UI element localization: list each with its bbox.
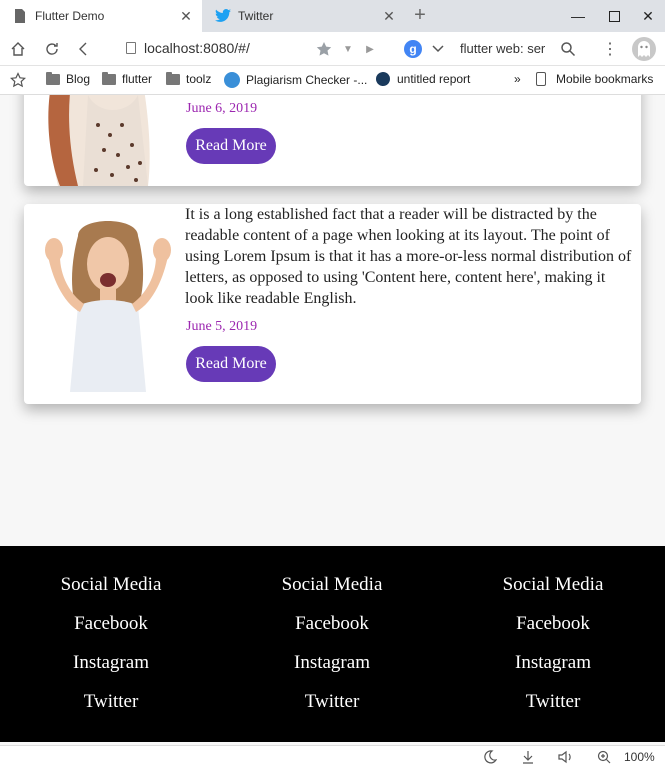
night-mode-icon[interactable] <box>482 749 498 765</box>
bookmark-plagiarism-checker[interactable]: Plagiarism Checker -... <box>224 72 367 88</box>
bookmark-blog[interactable]: Blog <box>46 71 91 86</box>
search-engine-icon[interactable]: g <box>404 40 422 58</box>
url-field[interactable]: localhost:8080/#/ <box>126 40 250 56</box>
home-icon[interactable] <box>8 39 28 59</box>
bookmark-label: untitled report <box>397 72 471 86</box>
address-bar: localhost:8080/#/ ▼ ▶ g flutter web: ser… <box>0 32 665 66</box>
folder-icon <box>46 71 60 85</box>
mobile-bookmarks-label: Mobile bookmarks <box>556 72 654 86</box>
footer-link-instagram[interactable]: Instagram <box>442 652 664 674</box>
bookmark-flutter[interactable]: flutter <box>102 71 153 86</box>
search-input[interactable]: flutter web: ser <box>460 41 550 56</box>
bookmarks-star-icon[interactable] <box>10 72 26 88</box>
url-text: localhost:8080/#/ <box>144 40 250 56</box>
page-info-icon <box>126 42 136 54</box>
checker-icon <box>224 72 240 88</box>
profile-avatar[interactable] <box>632 37 656 61</box>
mobile-icon <box>536 72 546 86</box>
bookmark-toolz[interactable]: toolz <box>166 71 212 86</box>
bookmarks-overflow-button[interactable]: » <box>514 72 521 86</box>
tab-twitter[interactable]: Twitter ✕ <box>203 0 405 32</box>
folder-icon <box>102 71 116 85</box>
tab-flutter-demo[interactable]: Flutter Demo ✕ <box>0 0 202 32</box>
footer-heading: Social Media <box>60 574 162 595</box>
volume-icon[interactable] <box>558 749 574 765</box>
search-icon[interactable] <box>558 39 578 59</box>
footer-link-facebook[interactable]: Facebook <box>442 613 664 635</box>
new-tab-icon[interactable]: + <box>410 5 430 25</box>
footer-link-facebook[interactable]: Facebook <box>221 613 443 635</box>
window-close-icon[interactable]: ✕ <box>630 0 665 32</box>
maximize-icon[interactable] <box>596 0 632 32</box>
post-excerpt: It is a long established fact that a rea… <box>185 206 632 307</box>
search-dropdown-icon[interactable] <box>428 39 448 59</box>
back-icon[interactable] <box>74 39 94 59</box>
zoom-level: 100% <box>624 750 655 764</box>
bookmark-label: toolz <box>186 72 212 86</box>
footer-link-twitter[interactable]: Twitter <box>442 691 664 713</box>
folder-icon <box>166 71 180 85</box>
woman-photo <box>38 95 178 186</box>
bookmark-untitled-report[interactable]: untitled report <box>376 72 470 86</box>
tab-strip: Flutter Demo ✕ Twitter ✕ + — ✕ <box>0 0 665 32</box>
report-icon <box>376 72 390 86</box>
footer-link-twitter[interactable]: Twitter <box>221 691 443 713</box>
footer-link-facebook[interactable]: Facebook <box>0 613 222 635</box>
footer-link-instagram[interactable]: Instagram <box>221 652 443 674</box>
close-tab-icon[interactable]: ✕ <box>381 8 397 25</box>
woman-photo <box>38 216 178 392</box>
mobile-bookmarks[interactable]: Mobile bookmarks <box>536 72 653 86</box>
post-date: June 6, 2019 <box>186 101 258 116</box>
reload-icon[interactable] <box>42 39 62 59</box>
blog-card: It is a long established fact that a rea… <box>24 204 641 404</box>
minimize-icon[interactable]: — <box>560 0 596 32</box>
page-viewport: June 6, 2019 Read More It is a long esta… <box>0 95 665 745</box>
star-dropdown-icon[interactable]: ▼ <box>338 39 358 59</box>
menu-icon[interactable]: ⋮ <box>600 39 620 59</box>
status-bar: 100% <box>0 745 665 767</box>
bookmark-label: flutter <box>122 72 153 86</box>
footer-link-instagram[interactable]: Instagram <box>0 652 222 674</box>
zoom-icon[interactable] <box>596 749 612 765</box>
read-more-button[interactable]: Read More <box>186 128 276 164</box>
footer-heading: Social Media <box>502 574 604 595</box>
footer-heading: Social Media <box>281 574 383 595</box>
close-tab-icon[interactable]: ✕ <box>178 8 194 25</box>
footer-link-twitter[interactable]: Twitter <box>0 691 222 713</box>
twitter-icon <box>215 8 231 24</box>
page-icon <box>12 8 28 24</box>
star-icon[interactable] <box>314 39 334 59</box>
read-more-button[interactable]: Read More <box>186 346 276 382</box>
bookmarks-bar: Blog flutter toolz Plagiarism Checker -.… <box>0 66 665 95</box>
site-footer: Social Media Facebook Instagram Twitter … <box>0 546 665 742</box>
tab-title: Flutter Demo <box>35 9 105 23</box>
post-date: June 5, 2019 <box>186 319 258 334</box>
forward-arrow-icon[interactable]: ▶ <box>360 39 380 59</box>
blog-card: June 6, 2019 Read More <box>24 95 641 186</box>
download-icon[interactable] <box>520 749 536 765</box>
bookmark-label: Blog <box>66 72 91 86</box>
bookmark-label: Plagiarism Checker -... <box>246 73 368 87</box>
tab-title: Twitter <box>238 9 274 23</box>
